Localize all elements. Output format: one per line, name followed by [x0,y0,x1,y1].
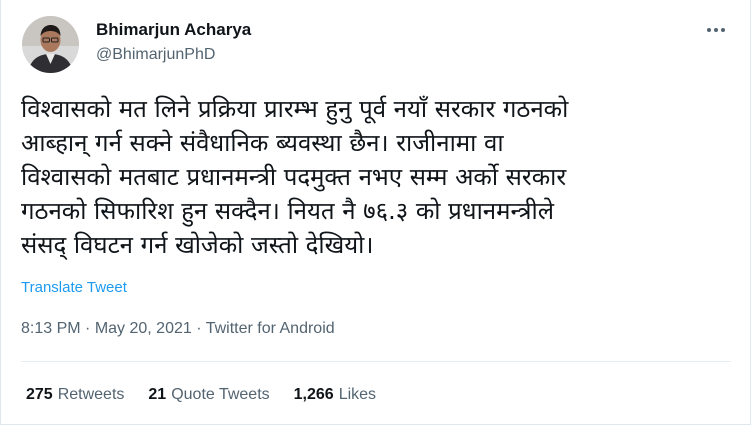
quote-tweets-count: 21 [148,386,167,403]
tweet-stats: 275 Retweets 21 Quote Tweets 1,266 Likes [26,386,400,404]
tweet-date[interactable]: May 20, 2021 [95,320,192,337]
more-options-icon [707,28,725,32]
tweet-card: Bhimarjun Acharya @BhimarjunPhD विश्वासक… [0,0,751,425]
likes-label: Likes [338,386,377,403]
retweets-label: Retweets [57,386,125,403]
more-options-button[interactable] [701,18,731,42]
meta-separator: · [191,320,206,337]
avatar[interactable] [22,16,79,73]
avatar-image [22,16,79,73]
divider [21,361,731,362]
meta-separator: · [80,320,95,337]
translate-tweet-link[interactable]: Translate Tweet [21,279,127,296]
tweet-meta: 8:13 PM · May 20, 2021 · Twitter for And… [21,320,335,338]
retweets-count: 275 [26,386,53,403]
retweets-stat[interactable]: 275 Retweets [26,386,124,404]
likes-count: 1,266 [293,386,334,403]
likes-stat[interactable]: 1,266 Likes [294,386,376,404]
quote-tweets-label: Quote Tweets [171,386,270,403]
tweet-time[interactable]: 8:13 PM [21,320,81,337]
tweet-source[interactable]: Twitter for Android [206,320,335,337]
quote-tweets-stat[interactable]: 21 Quote Tweets [148,386,269,404]
tweet-text: विश्वासको मत लिने प्रक्रिया प्रारम्भ हुन… [21,95,569,259]
author-handle[interactable]: @BhimarjunPhD [96,46,215,64]
author-name[interactable]: Bhimarjun Acharya [96,20,251,40]
